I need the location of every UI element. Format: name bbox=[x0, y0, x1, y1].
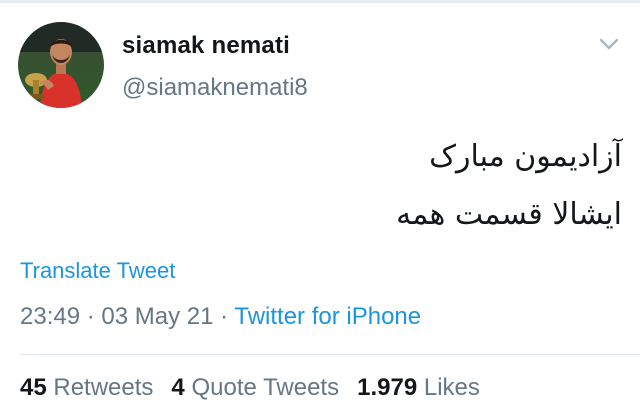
quote-tweets-stat[interactable]: 4 Quote Tweets bbox=[171, 374, 339, 401]
top-border bbox=[0, 0, 640, 3]
user-handle[interactable]: @siamaknemati8 bbox=[122, 74, 308, 102]
tweet-line: ایشالا قسمت همه bbox=[396, 197, 622, 232]
tweet-metadata: 23:49 · 03 May 21 · Twitter for iPhone bbox=[20, 303, 421, 331]
meta-separator: · bbox=[80, 303, 102, 330]
tweet-date[interactable]: 03 May 21 bbox=[101, 303, 213, 330]
retweets-count: 45 bbox=[20, 374, 47, 401]
retweets-label: Retweets bbox=[53, 374, 154, 401]
likes-stat[interactable]: 1.979 Likes bbox=[357, 374, 480, 401]
likes-label: Likes bbox=[423, 374, 480, 401]
divider bbox=[20, 354, 640, 355]
avatar[interactable] bbox=[18, 22, 104, 108]
meta-separator: · bbox=[213, 303, 235, 330]
translate-tweet-link[interactable]: Translate Tweet bbox=[20, 258, 175, 284]
likes-count: 1.979 bbox=[357, 374, 418, 401]
user-display-name[interactable]: siamak nemati bbox=[122, 32, 290, 60]
tweet-source-link[interactable]: Twitter for iPhone bbox=[234, 303, 421, 330]
tweet-text: آزادیمون مبارک ایشالا قسمت همه bbox=[62, 128, 622, 244]
tweet-line: آزادیمون مبارک bbox=[429, 139, 622, 174]
quote-tweets-count: 4 bbox=[171, 374, 185, 401]
quote-tweets-label: Quote Tweets bbox=[191, 374, 340, 401]
tweet-stats: 45 Retweets 4 Quote Tweets 1.979 Likes bbox=[20, 374, 498, 402]
chevron-down-icon[interactable] bbox=[598, 36, 620, 52]
avatar-image bbox=[18, 22, 104, 108]
retweets-stat[interactable]: 45 Retweets bbox=[20, 374, 153, 401]
tweet-time[interactable]: 23:49 bbox=[20, 303, 80, 330]
